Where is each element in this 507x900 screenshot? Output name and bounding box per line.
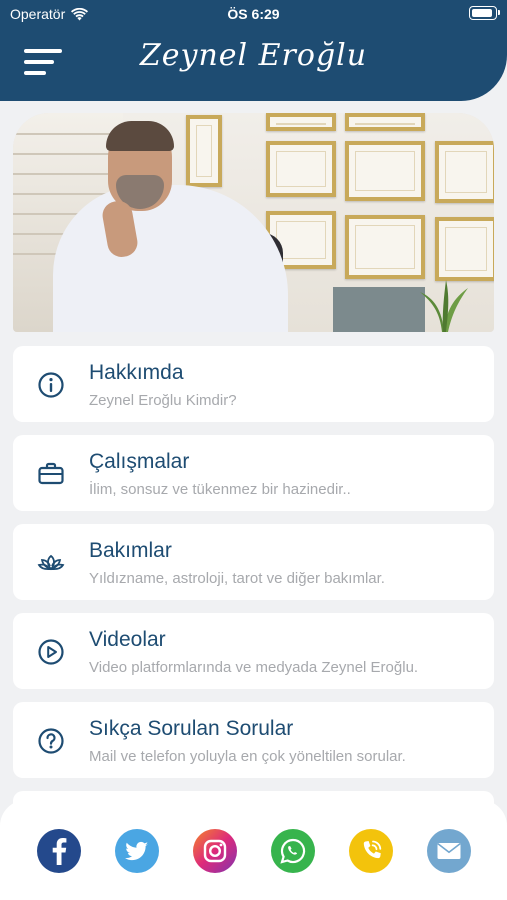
certificate-frame (345, 113, 425, 131)
menu-item-title: Hakkımda (89, 361, 184, 384)
lotus-icon (37, 554, 65, 571)
menu-item-videolar[interactable]: Videolar Video platformlarında ve medyad… (13, 613, 494, 689)
person-hair (106, 121, 174, 151)
status-time: ÖS 6:29 (227, 6, 280, 22)
play-icon (38, 639, 64, 665)
menu-item-title: Bakımlar (89, 539, 172, 562)
certificate-frame (266, 141, 336, 197)
briefcase-icon (38, 462, 64, 485)
twitter-icon[interactable] (115, 829, 159, 873)
menu-item-subtitle: Video platformlarında ve medyada Zeynel … (89, 659, 419, 676)
certificate-frame (186, 115, 222, 187)
whatsapp-icon[interactable] (271, 829, 315, 873)
menu-item-bakimlar[interactable]: Bakımlar Yıldızname, astroloji, tarot ve… (13, 524, 494, 600)
certificate-frame (266, 113, 336, 131)
certificate-frame (435, 141, 494, 203)
social-footer (0, 800, 507, 900)
menu-item-subtitle: Zeynel Eroğlu Kimdir? (89, 392, 237, 409)
app-title: Zeynel Eroğlu (139, 38, 368, 73)
phone-icon[interactable] (349, 829, 393, 873)
certificate-frame (345, 141, 425, 201)
battery-icon (469, 6, 500, 20)
menu-item-sss[interactable]: Sıkça Sorulan Sorular Mail ve telefon yo… (13, 702, 494, 778)
hero-photo (13, 113, 494, 332)
menu-item-title: Sıkça Sorulan Sorular (89, 717, 294, 740)
status-bar: Operatör ÖS 6:29 (0, 0, 507, 28)
menu-item-subtitle: Yıldızname, astroloji, tarot ve diğer ba… (89, 570, 385, 587)
menu-item-calismalar[interactable]: Çalışmalar İlim, sonsuz ve tükenmez bir … (13, 435, 494, 511)
info-icon (38, 372, 64, 398)
menu-item-title: Çalışmalar (89, 450, 190, 473)
menu-item-hakkimda[interactable]: Hakkımda Zeynel Eroğlu Kimdir? (13, 346, 494, 422)
facebook-icon[interactable] (37, 829, 81, 873)
app-header: Operatör ÖS 6:29 Zeynel Eroğlu (0, 0, 507, 101)
menu-item-subtitle: İlim, sonsuz ve tükenmez bir hazinedir.. (89, 481, 351, 498)
menu-item-title: Videolar (89, 628, 166, 651)
plant-illustration (420, 280, 468, 332)
question-icon (38, 728, 64, 754)
menu-item-subtitle: Mail ve telefon yoluyla en çok yöneltile… (89, 748, 406, 765)
mail-icon[interactable] (427, 829, 471, 873)
instagram-icon[interactable] (193, 829, 237, 873)
